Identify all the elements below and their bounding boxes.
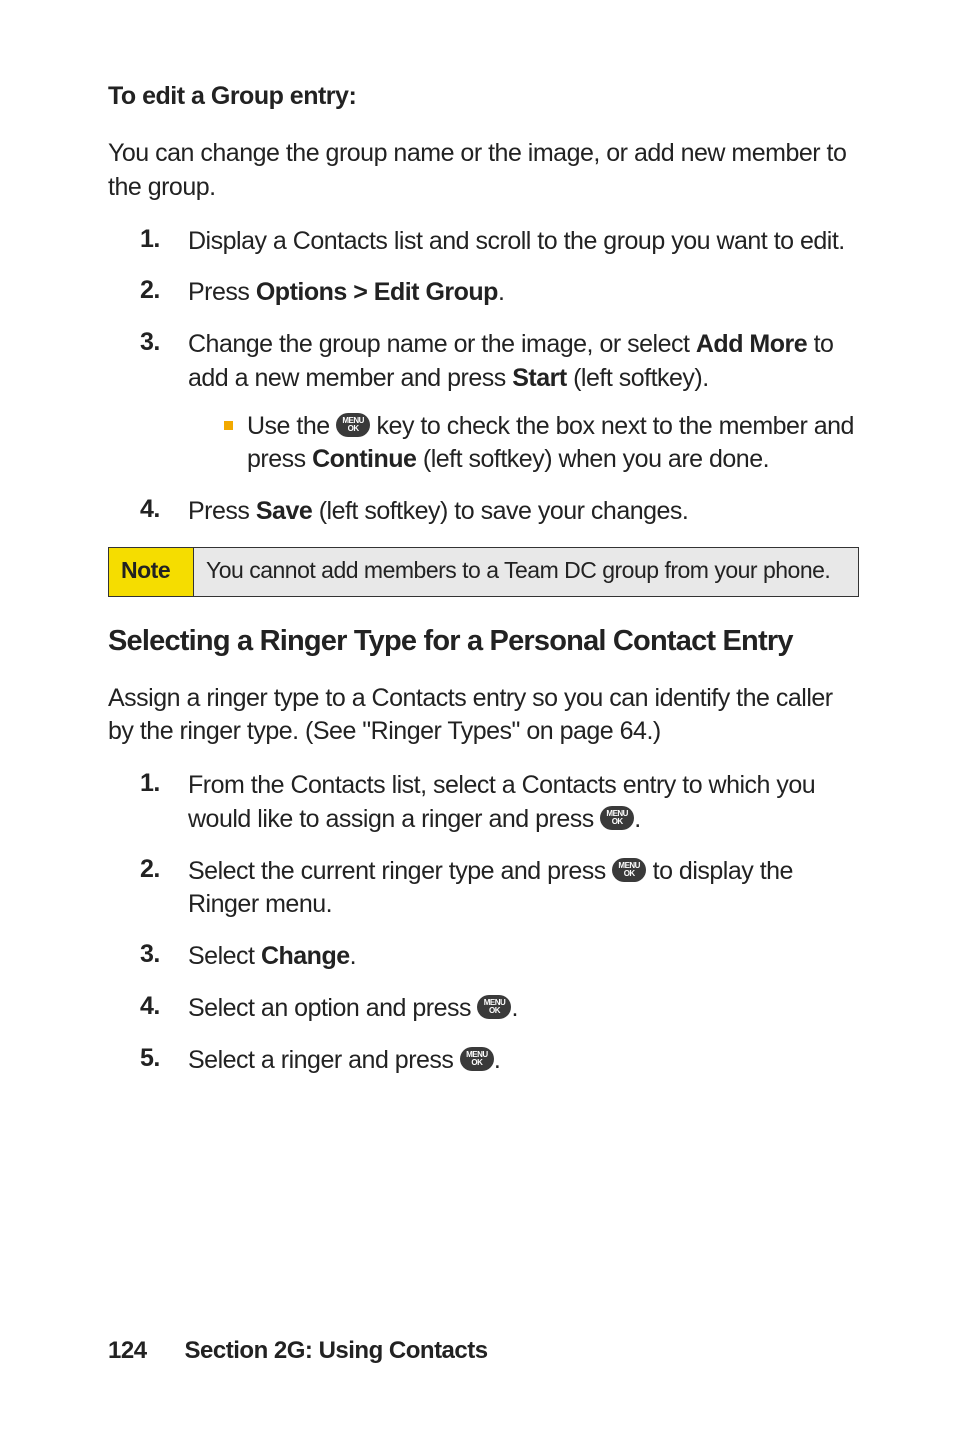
note-body: You cannot add members to a Team DC grou…: [194, 547, 859, 596]
list-item: 4. Press Save (left softkey) to save you…: [140, 495, 859, 529]
text-fragment: (left softkey).: [567, 364, 709, 392]
step-number: 1.: [140, 225, 188, 259]
menu-ok-key-icon: MENUOK: [600, 806, 634, 830]
step-text: From the Contacts list, select a Contact…: [188, 769, 859, 837]
text-fragment: Select an option and press: [188, 994, 477, 1022]
sub-list-item: Use the MENUOK key to check the box next…: [224, 410, 859, 478]
text-fragment: Select: [188, 942, 261, 970]
text-fragment: Select a ringer and press: [188, 1046, 460, 1074]
step-number: 4.: [140, 495, 188, 529]
intro-paragraph-2: Assign a ringer type to a Contacts entry…: [108, 682, 859, 750]
text-fragment: (left softkey) when you are done.: [416, 445, 769, 473]
list-item: 2. Press Options > Edit Group.: [140, 276, 859, 310]
page-footer: 124 Section 2G: Using Contacts: [108, 1337, 488, 1365]
step-number: 3.: [140, 328, 188, 477]
step-number: 4.: [140, 992, 188, 1026]
text-fragment: .: [494, 1046, 500, 1074]
ordered-list-2: 1. From the Contacts list, select a Cont…: [140, 769, 859, 1077]
menu-ok-key-icon: MENUOK: [477, 995, 511, 1019]
step-text: Display a Contacts list and scroll to th…: [188, 225, 859, 259]
list-item: 4. Select an option and press MENUOK.: [140, 992, 859, 1026]
text-fragment: .: [634, 805, 640, 833]
menu-ok-key-icon: MENUOK: [460, 1047, 494, 1071]
menu-path: Options > Edit Group: [256, 278, 498, 306]
step-number: 2.: [140, 276, 188, 310]
menu-ok-key-icon: MENUOK: [336, 413, 370, 437]
text-fragment: .: [350, 942, 356, 970]
step-text: Press Options > Edit Group.: [188, 276, 859, 310]
section-label: Section 2G: Using Contacts: [185, 1337, 488, 1364]
step-text: Select the current ringer type and press…: [188, 855, 859, 923]
step-text: Select a ringer and press MENUOK.: [188, 1044, 859, 1078]
note-label: Note: [109, 547, 194, 596]
bullet-icon: [224, 421, 233, 430]
intro-paragraph-1: You can change the group name or the ima…: [108, 137, 859, 205]
step-text: Select Change.: [188, 940, 859, 974]
text-fragment: Use the: [247, 412, 336, 440]
text-fragment: .: [511, 994, 517, 1022]
list-item: 2. Select the current ringer type and pr…: [140, 855, 859, 923]
list-item: 3. Select Change.: [140, 940, 859, 974]
note-box: Note You cannot add members to a Team DC…: [108, 547, 859, 597]
softkey-save: Save: [256, 497, 312, 525]
softkey-start: Start: [512, 364, 566, 392]
section-heading-ringer: Selecting a Ringer Type for a Personal C…: [108, 625, 859, 658]
text-fragment: Select the current ringer type and press: [188, 857, 612, 885]
step-number: 5.: [140, 1044, 188, 1078]
text-fragment: Press: [188, 278, 256, 306]
step-text: Press Save (left softkey) to save your c…: [188, 495, 859, 529]
text-fragment: (left softkey) to save your changes.: [312, 497, 688, 525]
step-number: 3.: [140, 940, 188, 974]
step-number: 1.: [140, 769, 188, 837]
subheading-edit-group: To edit a Group entry:: [108, 82, 859, 111]
list-item: 1. Display a Contacts list and scroll to…: [140, 225, 859, 259]
page-number: 124: [108, 1337, 147, 1364]
option-change: Change: [261, 942, 350, 970]
sub-step-text: Use the MENUOK key to check the box next…: [247, 410, 859, 478]
ordered-list-1: 1. Display a Contacts list and scroll to…: [140, 225, 859, 529]
list-item: 1. From the Contacts list, select a Cont…: [140, 769, 859, 837]
step-text: Change the group name or the image, or s…: [188, 328, 859, 477]
list-item: 3. Change the group name or the image, o…: [140, 328, 859, 477]
softkey-continue: Continue: [312, 445, 416, 473]
list-item: 5. Select a ringer and press MENUOK.: [140, 1044, 859, 1078]
option-add-more: Add More: [696, 330, 807, 358]
step-number: 2.: [140, 855, 188, 923]
text-fragment: From the Contacts list, select a Contact…: [188, 771, 815, 833]
menu-ok-key-icon: MENUOK: [612, 858, 646, 882]
text-fragment: Change the group name or the image, or s…: [188, 330, 696, 358]
text-fragment: Press: [188, 497, 256, 525]
step-text: Select an option and press MENUOK.: [188, 992, 859, 1026]
text-fragment: .: [498, 278, 504, 306]
